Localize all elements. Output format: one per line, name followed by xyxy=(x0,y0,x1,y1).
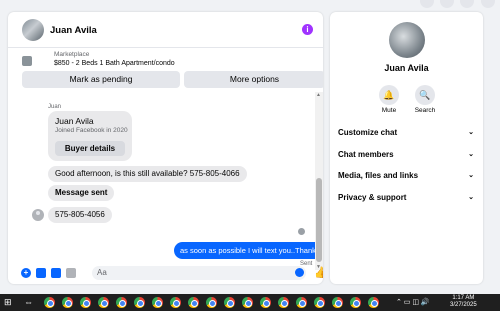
chrome-icon[interactable] xyxy=(314,297,325,308)
photo-icon[interactable] xyxy=(36,268,46,278)
chrome-icon[interactable] xyxy=(152,297,163,308)
card-joined: Joined Facebook in 2020 xyxy=(55,127,128,134)
search-label: Search xyxy=(414,107,436,114)
chrome-icon[interactable] xyxy=(260,297,271,308)
top-avatar-icon[interactable] xyxy=(481,0,495,8)
chevron-down-icon: ⌄ xyxy=(468,194,474,201)
emoji-icon[interactable] xyxy=(295,268,304,277)
chat-window: Juan Avila i Marketplace $850 - 2 Beds 1… xyxy=(8,12,323,284)
chrome-icon[interactable] xyxy=(62,297,73,308)
chat-info-panel: Juan Avila 🔔 Mute 🔍 Search Customize cha… xyxy=(330,12,483,284)
chat-header: Juan Avila i xyxy=(8,12,323,48)
chrome-icon[interactable] xyxy=(278,297,289,308)
gif-icon[interactable] xyxy=(66,268,76,278)
row-chat-members[interactable]: Chat members ⌄ xyxy=(338,150,478,162)
task-view-icon[interactable]: ⇔ xyxy=(24,297,33,307)
bell-icon[interactable]: 🔔 xyxy=(379,85,399,105)
scroll-thumb[interactable] xyxy=(316,178,322,262)
clock[interactable]: 1:17 AM 3/27/2025 xyxy=(450,295,477,309)
chrome-icon[interactable] xyxy=(188,297,199,308)
row-customize-chat[interactable]: Customize chat ⌄ xyxy=(338,128,478,140)
plus-icon[interactable]: + xyxy=(21,268,31,278)
listing-kind: Marketplace xyxy=(54,51,90,58)
avatar[interactable] xyxy=(389,22,425,58)
row-privacy-support[interactable]: Privacy & support ⌄ xyxy=(338,193,478,205)
chrome-icon[interactable] xyxy=(170,297,181,308)
more-options-button[interactable]: More options xyxy=(184,71,323,88)
listing-thumbnail xyxy=(22,56,32,66)
chevron-down-icon: ⌄ xyxy=(468,172,474,179)
chrome-icon[interactable] xyxy=(206,297,217,308)
chrome-icon[interactable] xyxy=(368,297,379,308)
sender-name: Juan xyxy=(48,104,62,110)
row-label: Privacy & support xyxy=(338,193,407,202)
chrome-icon[interactable] xyxy=(44,297,55,308)
card-name: Juan Avila xyxy=(55,116,94,126)
mark-as-pending-button[interactable]: Mark as pending xyxy=(22,71,180,88)
chat-title[interactable]: Juan Avila xyxy=(50,25,97,36)
windows-start-icon[interactable]: ⊞ xyxy=(4,297,12,308)
search-icon[interactable]: 🔍 xyxy=(415,85,435,105)
seen-avatar-icon xyxy=(298,228,305,235)
listing-title: $850 - 2 Beds 1 Bath Apartment/condo xyxy=(54,60,175,67)
clock-date: 3/27/2025 xyxy=(450,302,477,308)
incoming-message[interactable]: Message sent xyxy=(48,185,115,201)
top-button-icon[interactable] xyxy=(460,0,474,8)
chrome-icon[interactable] xyxy=(350,297,361,308)
browser-top-strip xyxy=(0,0,500,10)
mute-label: Mute xyxy=(381,107,397,114)
chrome-icon[interactable] xyxy=(134,297,145,308)
composer: + Aa 👍 xyxy=(8,266,323,284)
top-button-icon[interactable] xyxy=(440,0,454,8)
row-media-files[interactable]: Media, files and links ⌄ xyxy=(338,171,478,183)
incoming-message[interactable]: Good afternoon, is this still available?… xyxy=(48,166,247,182)
chrome-icon[interactable] xyxy=(116,297,127,308)
chrome-icon[interactable] xyxy=(224,297,235,308)
panel-name[interactable]: Juan Avila xyxy=(330,63,483,73)
message-list: Juan Juan Avila Joined Facebook in 2020 … xyxy=(8,90,323,268)
scroll-up-icon[interactable]: ▲ xyxy=(316,92,321,98)
chrome-icon[interactable] xyxy=(296,297,307,308)
chevron-down-icon: ⌄ xyxy=(468,129,474,136)
clock-time: 1:17 AM xyxy=(452,295,475,301)
avatar[interactable] xyxy=(22,19,44,41)
taskbar: ⊞ ⇔ ⌃ ▭ ◫ 🔊 1:17 AM 3/27/2025 xyxy=(0,294,500,311)
system-tray[interactable]: ⌃ ▭ ◫ 🔊 xyxy=(396,298,430,306)
top-button-icon[interactable] xyxy=(420,0,434,8)
scrollbar[interactable]: ▲ ▼ xyxy=(315,92,323,270)
sender-avatar[interactable] xyxy=(32,209,44,221)
row-label: Chat members xyxy=(338,150,394,159)
thumbs-up-icon[interactable]: 👍 xyxy=(314,266,323,279)
chrome-icon[interactable] xyxy=(332,297,343,308)
sticker-icon[interactable] xyxy=(51,268,61,278)
chrome-icon[interactable] xyxy=(80,297,91,308)
chrome-icon[interactable] xyxy=(242,297,253,308)
row-label: Customize chat xyxy=(338,128,398,137)
info-icon[interactable]: i xyxy=(302,24,313,35)
chrome-icon[interactable] xyxy=(98,297,109,308)
buyer-details-button[interactable]: Buyer details xyxy=(55,141,125,156)
outgoing-message[interactable]: as soon as possible I will text you..Tha… xyxy=(174,242,323,259)
chevron-down-icon: ⌄ xyxy=(468,151,474,158)
buyer-card: Juan Avila Joined Facebook in 2020 Buyer… xyxy=(48,111,132,161)
incoming-message[interactable]: 575-805-4056 xyxy=(48,207,112,223)
row-label: Media, files and links xyxy=(338,171,419,180)
message-input[interactable]: Aa xyxy=(92,266,306,280)
